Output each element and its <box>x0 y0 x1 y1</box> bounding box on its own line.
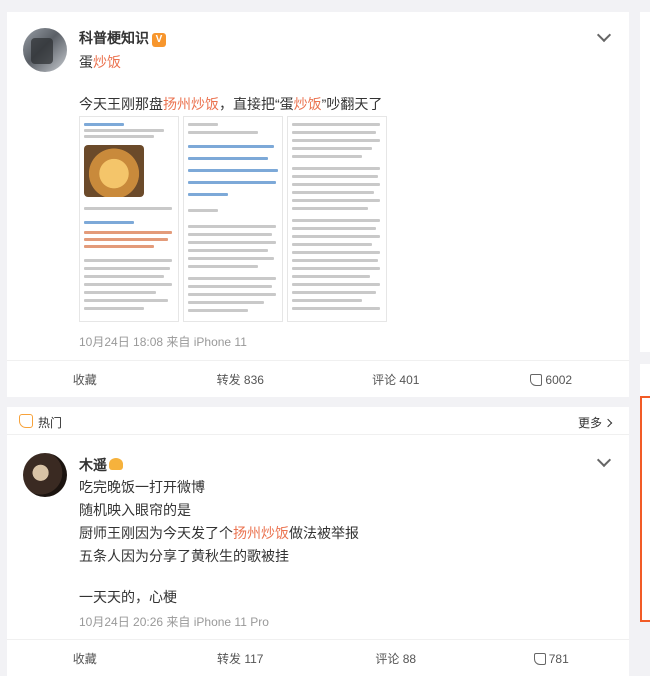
post-text-line: 随机映入眼帘的是 <box>79 502 191 518</box>
save-label: 收藏 <box>72 373 97 387</box>
post-username[interactable]: 木遥 <box>79 455 123 475</box>
post-actions: 收藏 转发 836 评论 401 6002 <box>7 360 629 398</box>
topic-tag[interactable]: 蛋炒饭 <box>79 52 121 72</box>
repost-button[interactable]: 转发 836 <box>163 361 319 398</box>
post-text: 今天王刚那盘扬州炒饭，直接把“蛋炒饭”吵翻天了 <box>79 94 382 114</box>
more-label: 更多 <box>577 416 602 430</box>
post-meta: 10月24日 20:26 来自 iPhone 11 Pro <box>79 615 269 629</box>
username-text: 科普梗知识 <box>79 30 149 46</box>
comment-button[interactable]: 评论 401 <box>318 361 474 398</box>
sidebar-panel <box>640 12 650 352</box>
thumbs-up-icon <box>533 652 546 665</box>
weibo-post-card: 热门 更多 木遥 吃完晚饭一打开微博 随机映入眼帘的是 厨师王刚因为今天发了个扬… <box>7 407 629 676</box>
post-text-segment: ，直接把“蛋 <box>219 96 294 112</box>
thumbs-up-icon <box>19 414 33 428</box>
avatar[interactable] <box>23 453 67 497</box>
keyword-link[interactable]: 扬州炒饭 <box>163 96 219 112</box>
sidebar-panel-highlighted <box>640 396 650 622</box>
post-meta: 10月24日 18:08 来自 iPhone 11 <box>79 335 247 349</box>
post-text-segment: 厨师王刚因为今天发了个 <box>79 525 233 541</box>
post-text-line: 五条人因为分享了黄秋生的歌被挂 <box>79 548 289 564</box>
like-count: 781 <box>548 651 569 666</box>
post-text-line: 一天天的，心梗 <box>79 589 177 605</box>
like-button[interactable]: 781 <box>474 640 630 676</box>
save-button[interactable]: 收藏 <box>7 640 163 676</box>
like-button[interactable]: 6002 <box>474 361 630 398</box>
keyword-link[interactable]: 扬州炒饭 <box>233 525 289 541</box>
comment-button[interactable]: 评论 88 <box>318 640 474 676</box>
avatar[interactable] <box>23 28 67 72</box>
save-button[interactable]: 收藏 <box>7 361 163 398</box>
post-text-line: 吃完晚饭一打开微博 <box>79 479 205 495</box>
repost-label: 转发 836 <box>216 373 264 387</box>
weibo-post-card: 科普梗知识 V 蛋炒饭 今天王刚那盘扬州炒饭，直接把“蛋炒饭”吵翻天了 10月2… <box>7 12 629 397</box>
post-actions: 收藏 转发 117 评论 88 781 <box>7 639 629 676</box>
hot-label: 热门 <box>38 416 63 430</box>
repost-label: 转发 117 <box>217 652 264 666</box>
chevron-down-icon[interactable] <box>596 27 612 43</box>
sidebar-panel <box>640 364 650 396</box>
thumbs-up-icon <box>530 373 543 386</box>
post-text-segment: 今天王刚那盘 <box>79 96 163 112</box>
member-crown-icon <box>109 458 123 470</box>
repost-button[interactable]: 转发 117 <box>163 640 319 676</box>
comment-label: 评论 401 <box>372 373 420 387</box>
comment-label: 评论 88 <box>375 652 417 666</box>
post-text-line: 厨师王刚因为今天发了个扬州炒饭做法被举报 <box>79 523 359 543</box>
username-text: 木遥 <box>79 457 107 473</box>
post-text-segment: 做法被举报 <box>289 525 359 541</box>
post-text-segment: ”吵翻天了 <box>321 96 383 112</box>
chevron-right-icon <box>603 418 613 428</box>
topic-highlight: 炒饭 <box>93 54 121 70</box>
verified-badge-icon: V <box>152 33 166 47</box>
post-image[interactable] <box>183 116 283 322</box>
save-label: 收藏 <box>72 652 97 666</box>
post-image-grid <box>79 116 387 322</box>
topic-prefix: 蛋 <box>79 54 93 70</box>
more-link[interactable]: 更多 <box>577 414 613 431</box>
chevron-down-icon[interactable] <box>596 452 612 468</box>
hot-section-header: 热门 更多 <box>7 407 629 435</box>
keyword-link[interactable]: 炒饭 <box>294 96 322 112</box>
post-image[interactable] <box>287 116 387 322</box>
post-username[interactable]: 科普梗知识 V <box>79 28 166 48</box>
post-image[interactable] <box>79 116 179 322</box>
fried-rice-photo <box>84 145 144 197</box>
like-count: 6002 <box>545 372 573 387</box>
